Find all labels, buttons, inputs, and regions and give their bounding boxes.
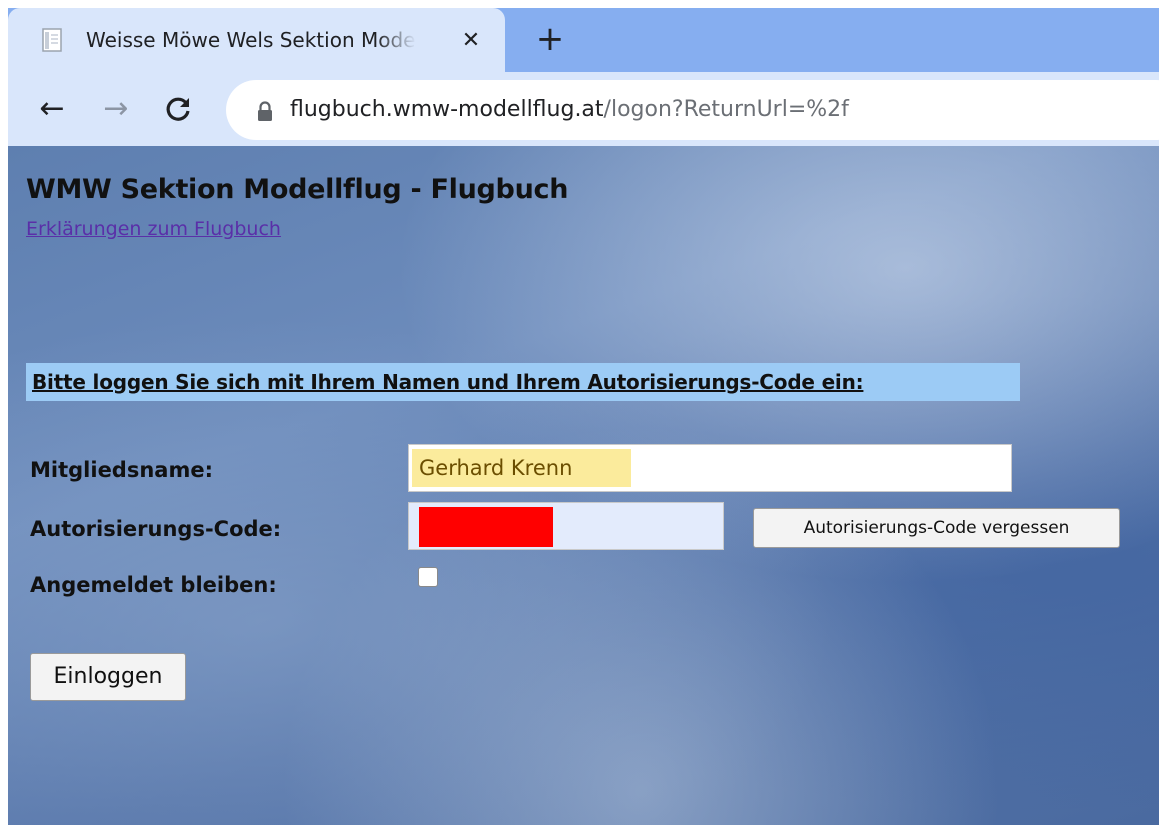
browser-toolbar: ← → flugbuch.wmw-modellflug.at/logon?Ret… bbox=[8, 72, 1159, 146]
stay-logged-in-checkbox[interactable] bbox=[418, 567, 438, 587]
address-bar[interactable]: flugbuch.wmw-modellflug.at/logon?ReturnU… bbox=[226, 80, 1159, 140]
url-path: /logon?ReturnUrl=%2f bbox=[603, 97, 849, 122]
back-arrow-icon[interactable]: ← bbox=[32, 89, 72, 129]
new-tab-button[interactable]: + bbox=[530, 22, 570, 58]
reload-icon[interactable] bbox=[158, 89, 198, 129]
browser-tab[interactable]: Weisse Möwe Wels Sektion Modellflug - Fl… bbox=[8, 8, 505, 72]
help-link[interactable]: Erklärungen zum Flugbuch bbox=[26, 216, 281, 242]
redaction-block bbox=[419, 507, 553, 547]
forward-arrow-icon[interactable]: → bbox=[96, 89, 136, 129]
member-name-label: Mitgliedsname: bbox=[30, 458, 213, 482]
instruction-text: Bitte loggen Sie sich mit Ihrem Namen un… bbox=[32, 370, 864, 394]
page-title: WMW Sektion Modellflug - Flugbuch bbox=[26, 174, 569, 205]
stay-logged-in-label: Angemeldet bleiben: bbox=[30, 573, 277, 597]
page-content: WMW Sektion Modellflug - Flugbuch Erklär… bbox=[8, 146, 1159, 825]
member-name-value: Gerhard Krenn bbox=[419, 456, 573, 480]
auth-code-label: Autorisierungs-Code: bbox=[30, 517, 282, 541]
browser-window: Weisse Möwe Wels Sektion Modellflug - Fl… bbox=[8, 0, 1159, 825]
member-name-input[interactable]: Gerhard Krenn bbox=[408, 444, 1012, 492]
tab-title: Weisse Möwe Wels Sektion Modellflug - Fl… bbox=[86, 28, 416, 52]
tab-strip: Weisse Möwe Wels Sektion Modellflug - Fl… bbox=[8, 8, 1159, 72]
instruction-banner: Bitte loggen Sie sich mit Ihrem Namen un… bbox=[26, 363, 1020, 401]
login-button[interactable]: Einloggen bbox=[30, 653, 186, 701]
document-icon bbox=[42, 28, 62, 52]
close-icon[interactable]: ✕ bbox=[456, 26, 486, 56]
lock-icon[interactable] bbox=[256, 100, 274, 122]
auth-code-input[interactable] bbox=[408, 502, 724, 550]
url-host: flugbuch.wmw-modellflug.at bbox=[290, 97, 604, 122]
url-text: flugbuch.wmw-modellflug.at/logon?ReturnU… bbox=[290, 94, 849, 126]
forgot-code-button[interactable]: Autorisierungs-Code vergessen bbox=[753, 508, 1120, 548]
